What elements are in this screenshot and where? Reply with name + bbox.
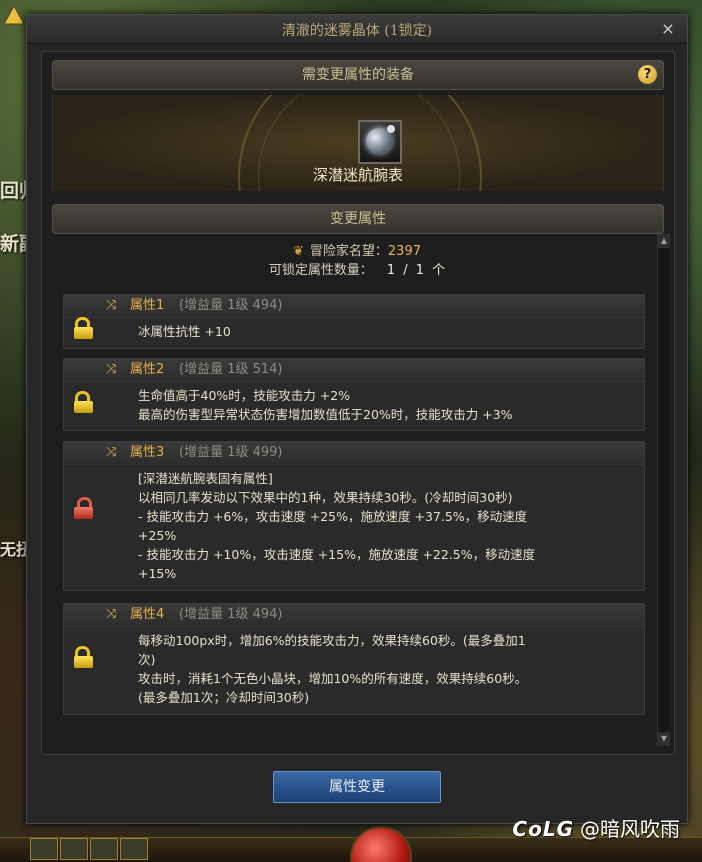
triangle-marker-icon <box>3 4 25 25</box>
attribute-header: ⤨ 属性2 (增益量 1级 514) <box>64 359 644 382</box>
attribute-name: 属性4 <box>130 607 165 622</box>
shuffle-icon[interactable]: ⤨ <box>106 295 116 317</box>
attribute-increment: (增益量 1级 494) <box>179 607 283 622</box>
watermark-logo: CoLG <box>512 817 574 841</box>
attribute-row: ⤨ 属性1 (增益量 1级 494) 冰属性抗性 +10 <box>63 294 645 349</box>
change-section-title: 变更属性 <box>330 211 386 227</box>
attribute-name: 属性3 <box>130 445 165 460</box>
hotbar-slot[interactable] <box>60 838 88 860</box>
window-title: 清澈的迷雾晶体 (1锁定) <box>281 23 433 39</box>
reputation-crest-icon: ❦ <box>292 244 304 259</box>
change-attribute-button[interactable]: 属性变更 <box>273 771 441 803</box>
lock-icon[interactable] <box>74 497 94 519</box>
watermark: CoLG @暗风吹雨 <box>512 813 680 842</box>
change-section-header: 变更属性 <box>52 204 664 234</box>
unlock-icon[interactable] <box>74 646 94 668</box>
shuffle-icon[interactable]: ⤨ <box>106 359 116 381</box>
attribute-header: ⤨ 属性1 (增益量 1级 494) <box>64 295 644 318</box>
shuffle-icon[interactable]: ⤨ <box>106 442 116 464</box>
scroll-down-icon[interactable]: ▼ <box>658 732 670 746</box>
lockable-count-row: 可锁定属性数量： 1 / 1 个 <box>52 259 662 278</box>
attribute-text: 冰属性抗性 +10 <box>138 324 231 339</box>
hotbar-slot[interactable] <box>120 838 148 860</box>
attribute-name: 属性1 <box>130 298 165 313</box>
equipment-item-name: 深潜迷航腕表 <box>312 166 403 184</box>
attribute-increment: (增益量 1级 494) <box>179 298 283 313</box>
lockable-value: 1 / 1 个 <box>386 263 446 278</box>
close-button[interactable]: × <box>659 19 677 38</box>
reputation-row: ❦ 冒险家名望：2397 <box>52 240 662 259</box>
reputation-label: 冒险家名望： <box>309 244 388 259</box>
window-body: 需变更属性的装备 ? 深潜迷航腕表 变更属性 ❦ 冒险家名望：2397 可锁定属性… <box>41 51 675 755</box>
attribute-list: ❦ 冒险家名望：2397 可锁定属性数量： 1 / 1 个 ⤨ 属性1 (增益量 1… <box>52 234 670 746</box>
equipment-section-header: 需变更属性的装备 ? <box>52 60 664 90</box>
attribute-header: ⤨ 属性4 (增益量 1级 494) <box>64 604 644 627</box>
attribute-text: 生命值高于40%时，技能攻击力 +2% 最高的伤害型异常状态伤害增加数值低于20… <box>138 388 513 422</box>
unlock-icon[interactable] <box>74 391 94 413</box>
attribute-header: ⤨ 属性3 (增益量 1级 499) <box>64 442 644 465</box>
attribute-name: 属性2 <box>130 362 165 377</box>
wristwatch-icon <box>366 125 395 154</box>
attribute-increment: (增益量 1级 514) <box>179 362 283 377</box>
attribute-increment: (增益量 1级 499) <box>179 445 283 460</box>
watermark-handle: @暗风吹雨 <box>580 817 680 841</box>
attribute-change-window: 清澈的迷雾晶体 (1锁定) × 需变更属性的装备 ? 深潜迷航腕表 变更属性 ❦… <box>26 14 688 824</box>
unlock-icon[interactable] <box>74 317 94 339</box>
attribute-row: ⤨ 属性2 (增益量 1级 514) 生命值高于40%时，技能攻击力 +2% 最… <box>63 358 645 431</box>
equipment-section-title: 需变更属性的装备 <box>302 67 414 83</box>
lockable-label: 可锁定属性数量： <box>268 263 373 278</box>
attribute-text: 每移动100px时，增加6%的技能攻击力，效果持续60秒。(最多叠加1 次) 攻… <box>138 633 528 705</box>
help-icon[interactable]: ? <box>638 65 657 84</box>
scrollbar[interactable]: ▲ ▼ <box>657 234 670 746</box>
hotbar-slot[interactable] <box>90 838 118 860</box>
attribute-text: [深潜迷航腕表固有属性] 以相同几率发动以下效果中的1种，效果持续30秒。(冷却… <box>138 471 536 581</box>
window-titlebar[interactable]: 清澈的迷雾晶体 (1锁定) × <box>27 15 687 44</box>
attribute-row: ⤨ 属性4 (增益量 1级 494) 每移动100px时，增加6%的技能攻击力，… <box>63 603 645 715</box>
equipment-item-slot[interactable] <box>358 120 402 164</box>
shuffle-icon[interactable]: ⤨ <box>106 604 116 626</box>
reputation-value: 2397 <box>387 244 421 259</box>
hotbar-slot[interactable] <box>30 838 58 860</box>
attribute-row: ⤨ 属性3 (增益量 1级 499) [深潜迷航腕表固有属性] 以相同几率发动以… <box>63 441 645 591</box>
scroll-up-icon[interactable]: ▲ <box>658 234 670 248</box>
